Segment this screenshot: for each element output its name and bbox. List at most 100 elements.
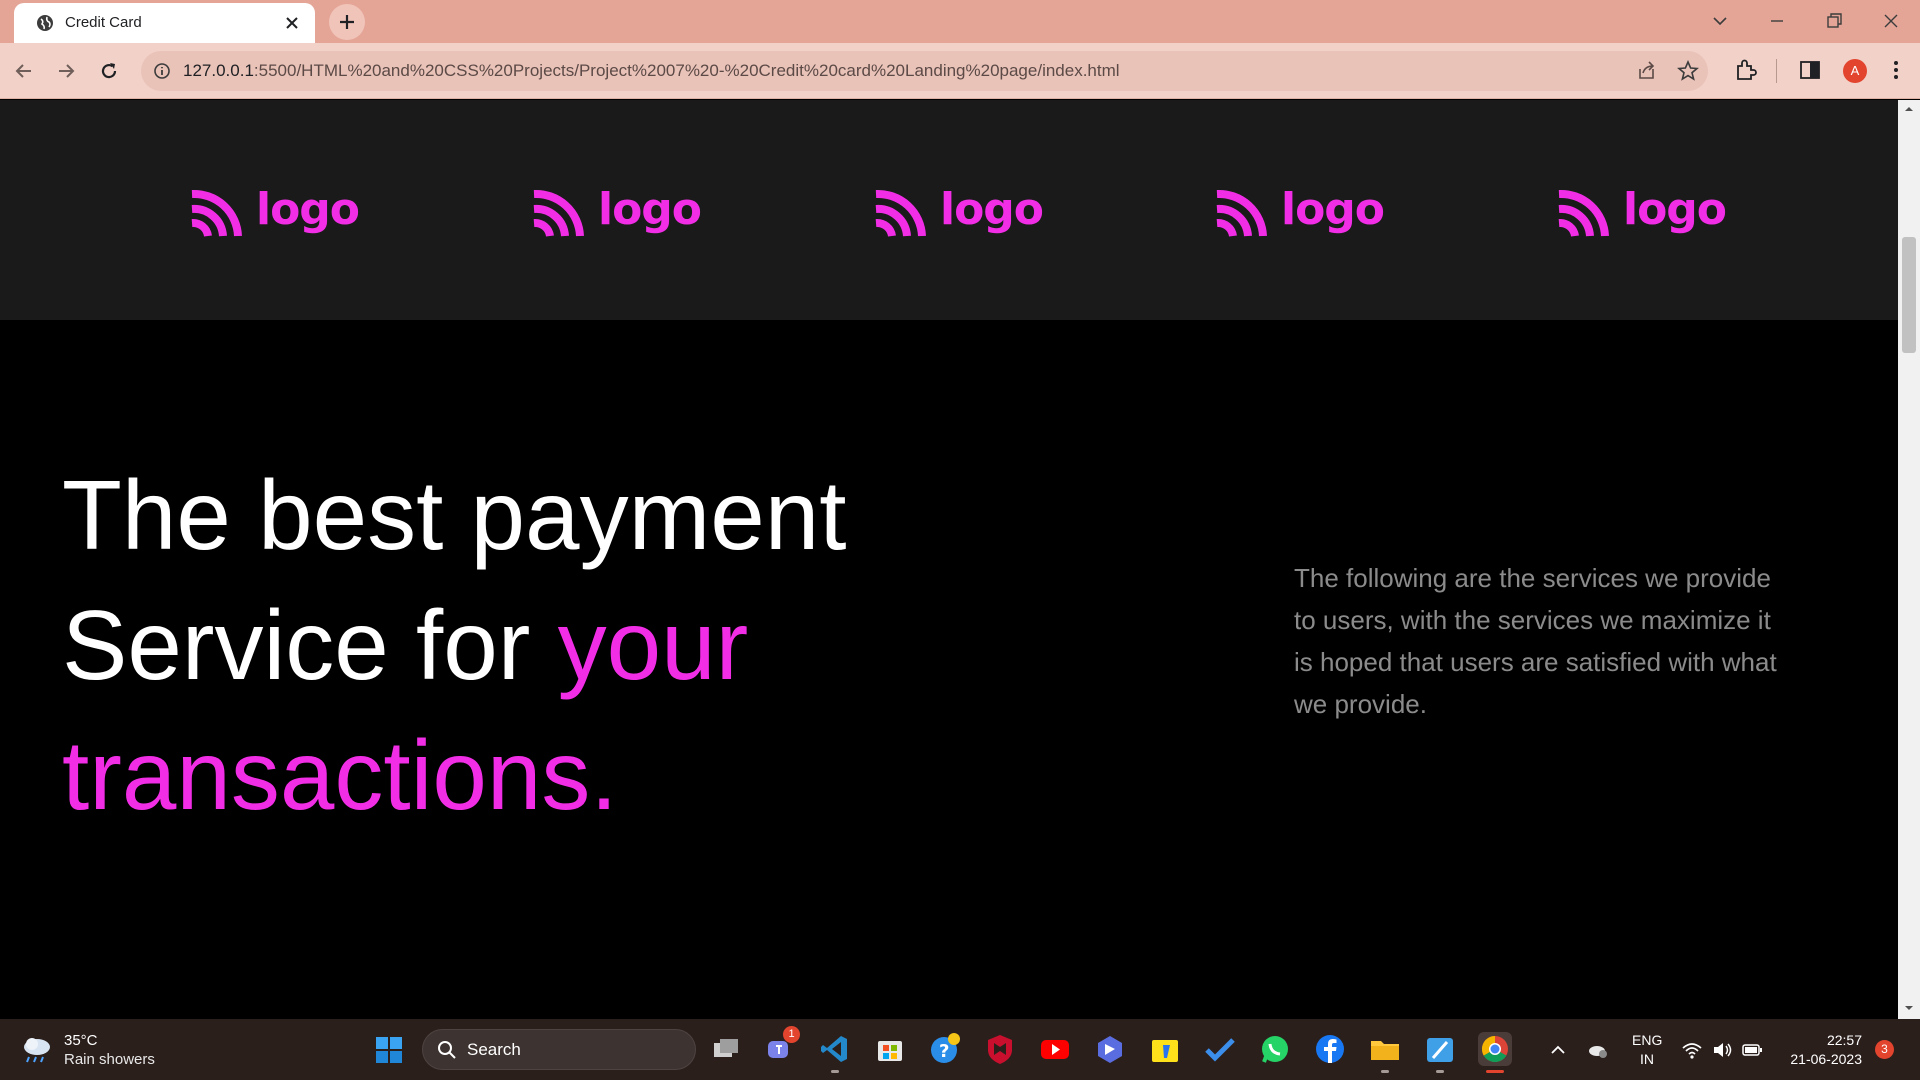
hero-title-line1: The best payment — [62, 460, 847, 570]
clock-time: 22:57 — [1826, 1032, 1862, 1048]
volume-icon[interactable] — [1711, 1039, 1733, 1061]
taskbar-search-box[interactable]: Search — [422, 1029, 696, 1070]
reload-icon[interactable] — [95, 57, 123, 85]
side-panel-icon[interactable] — [1797, 57, 1823, 83]
address-bar[interactable]: 127.0.0.1:5500/HTML%20and%20CSS%20Projec… — [141, 51, 1708, 91]
flipkart-icon[interactable] — [1148, 1032, 1182, 1066]
partner-logo: logo — [530, 184, 702, 240]
running-indicator — [831, 1070, 839, 1073]
running-indicator — [1381, 1070, 1389, 1073]
logo-label: logo — [940, 184, 1044, 235]
mcafee-glyph — [988, 1035, 1012, 1064]
whatsapp-glyph — [1262, 1036, 1288, 1063]
copilot-icon[interactable] — [1093, 1032, 1127, 1066]
wifi-arc-icon — [533, 189, 584, 237]
vscode-icon[interactable] — [818, 1032, 852, 1073]
partner-logo: logo — [188, 184, 360, 240]
share-icon[interactable] — [1636, 60, 1658, 82]
forward-icon[interactable] — [52, 57, 80, 85]
help-glyph: ? — [931, 1033, 960, 1063]
chevron-up-icon[interactable] — [1547, 1039, 1569, 1061]
close-tab-icon[interactable] — [282, 13, 302, 33]
partner-logo: logo — [872, 184, 1044, 240]
language-indicator[interactable]: ENG IN — [1632, 1031, 1662, 1069]
search-label: Search — [467, 1040, 521, 1059]
wifi-arc-icon — [191, 189, 242, 237]
notification-badge[interactable]: 3 — [1875, 1040, 1894, 1059]
task-view-glyph — [714, 1039, 738, 1057]
browser-toolbar: 127.0.0.1:5500/HTML%20and%20CSS%20Projec… — [0, 43, 1920, 99]
vscode-glyph — [821, 1036, 847, 1062]
restore-icon[interactable] — [1819, 6, 1849, 36]
partner-logo-strip: logo logo logo logo logo — [0, 100, 1898, 320]
hero-description: The following are the services we provid… — [1294, 563, 1777, 719]
menu-kebab-icon[interactable] — [1883, 57, 1909, 83]
extensions-icon[interactable] — [1733, 57, 1759, 83]
hero-title-accent-your: your — [557, 590, 749, 700]
chrome-icon[interactable] — [1478, 1032, 1512, 1073]
url-text[interactable]: 127.0.0.1:5500/HTML%20and%20CSS%20Projec… — [183, 61, 1120, 81]
windows-taskbar: 35°C Rain showers Search 1 ? ENG IN 22:5… — [0, 1019, 1920, 1080]
chrome-glyph — [1481, 1035, 1508, 1063]
hero-title: The best payment Service for your transa… — [62, 450, 1062, 840]
rain-cloud-icon — [24, 1038, 50, 1063]
minimize-icon[interactable] — [1762, 6, 1792, 36]
copilot-glyph — [1098, 1036, 1122, 1063]
close-window-icon[interactable] — [1876, 6, 1906, 36]
logo-label: logo — [598, 184, 702, 235]
weather-description: Rain showers — [64, 1051, 155, 1068]
wifi-icon[interactable] — [1681, 1039, 1703, 1061]
todo-check-glyph — [1205, 1038, 1235, 1062]
system-clock[interactable]: 22:57 21-06-2023 — [1778, 1031, 1862, 1069]
partner-logo: logo — [1213, 184, 1385, 240]
logo-label: logo — [1623, 184, 1727, 235]
mcafee-icon[interactable] — [983, 1032, 1017, 1066]
page-viewport: logo logo logo logo logo The best paymen… — [0, 100, 1920, 1019]
windows-start-icon[interactable] — [374, 1035, 404, 1065]
profile-avatar[interactable]: A — [1843, 59, 1867, 83]
tab-title: Credit Card — [65, 14, 142, 31]
paint-icon[interactable] — [1423, 1032, 1457, 1073]
wifi-arc-icon — [1558, 189, 1609, 237]
facebook-icon[interactable] — [1313, 1032, 1347, 1066]
teams-icon[interactable]: 1 — [763, 1026, 800, 1066]
onedrive-sync-icon[interactable] — [1587, 1039, 1609, 1061]
task-view-icon[interactable] — [709, 1032, 743, 1066]
scroll-down-arrow-icon[interactable] — [1904, 1003, 1914, 1013]
whatsapp-icon[interactable] — [1258, 1032, 1292, 1066]
new-tab-button[interactable] — [329, 4, 365, 40]
file-explorer-icon[interactable] — [1368, 1032, 1402, 1073]
site-info-icon[interactable] — [153, 62, 171, 80]
hero-title-line2: Service for — [62, 590, 558, 700]
bookmark-star-icon[interactable] — [1677, 60, 1699, 82]
todo-icon[interactable] — [1203, 1032, 1237, 1066]
language-code: ENG — [1632, 1032, 1663, 1048]
youtube-glyph — [1041, 1040, 1069, 1059]
region-code: IN — [1640, 1051, 1654, 1067]
teams-badge: 1 — [783, 1026, 800, 1043]
weather-temperature: 35°C — [64, 1032, 98, 1049]
help-icon[interactable]: ? — [928, 1032, 962, 1066]
store-icon[interactable] — [873, 1032, 907, 1066]
running-indicator — [1486, 1070, 1504, 1073]
logo-label: logo — [1281, 184, 1385, 235]
logo-label: logo — [256, 184, 360, 235]
plus-icon — [340, 15, 354, 29]
battery-icon[interactable] — [1741, 1039, 1763, 1061]
partner-logo: logo — [1555, 184, 1727, 240]
hero-title-accent-transactions: transactions. — [62, 720, 618, 830]
facebook-glyph — [1316, 1035, 1344, 1063]
weather-widget[interactable]: 35°C Rain showers — [20, 1031, 220, 1071]
svg-text:?: ? — [939, 1041, 949, 1062]
page-scrollbar[interactable] — [1898, 100, 1920, 1019]
url-path: :5500/HTML%20and%20CSS%20Projects/Projec… — [253, 61, 1120, 80]
back-icon[interactable] — [10, 57, 38, 85]
url-host: 127.0.0.1 — [183, 61, 254, 80]
wifi-arc-icon — [875, 189, 926, 237]
scroll-up-arrow-icon[interactable] — [1904, 104, 1914, 114]
search-icon — [438, 1041, 456, 1059]
browser-tab[interactable]: Credit Card — [14, 3, 315, 43]
scroll-thumb[interactable] — [1902, 237, 1916, 353]
youtube-icon[interactable] — [1038, 1032, 1072, 1066]
tab-search-icon[interactable] — [1705, 6, 1735, 36]
